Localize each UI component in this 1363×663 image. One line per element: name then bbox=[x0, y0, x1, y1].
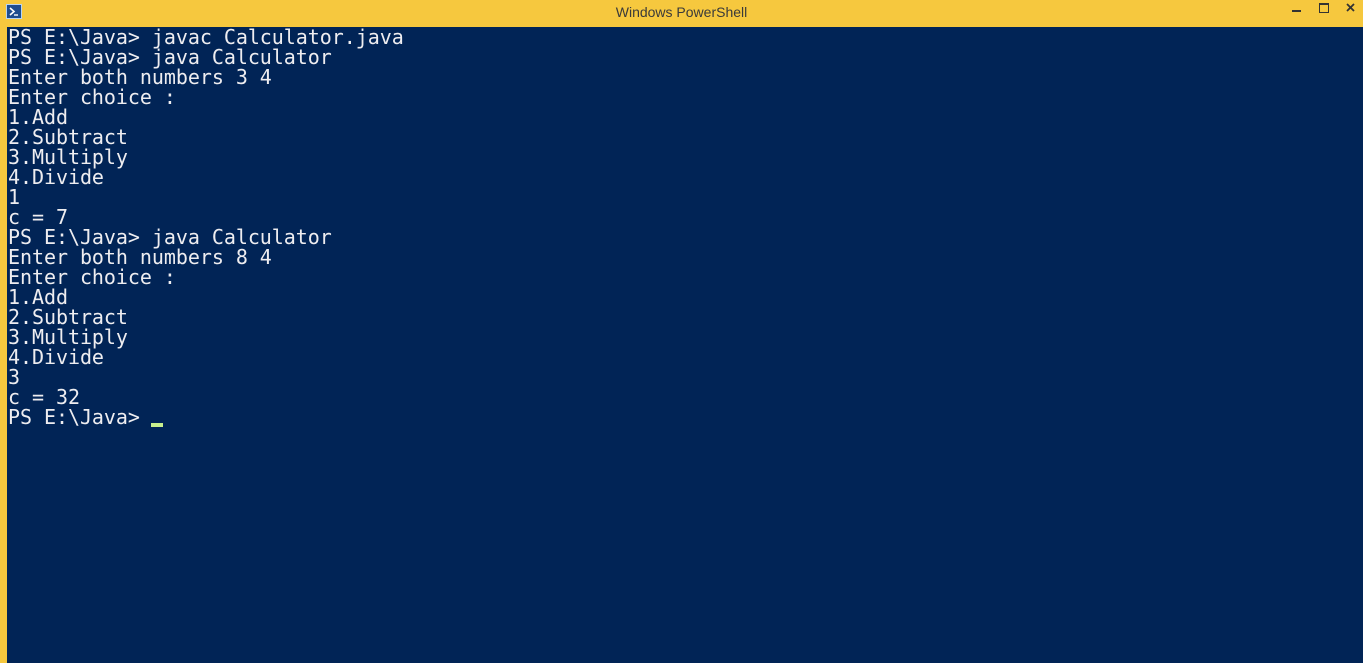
text-cursor bbox=[151, 423, 163, 427]
powershell-window: Windows PowerShell PS E:\Java> javac Cal… bbox=[0, 0, 1363, 663]
console-line: PS E:\Java> java Calculator bbox=[8, 45, 332, 69]
console-line: 2.Subtract bbox=[8, 125, 128, 149]
console-line: 1.Add bbox=[8, 105, 68, 129]
close-icon bbox=[1346, 3, 1355, 12]
console-line: 2.Subtract bbox=[8, 305, 128, 329]
maximize-button[interactable] bbox=[1311, 0, 1337, 20]
window-title: Windows PowerShell bbox=[615, 4, 748, 20]
console-line: 3.Multiply bbox=[8, 325, 128, 349]
console-line: PS E:\Java> javac Calculator.java bbox=[8, 27, 404, 49]
maximize-icon bbox=[1319, 3, 1329, 13]
console-line: 4.Divide bbox=[8, 165, 104, 189]
console-line: 3 bbox=[8, 365, 20, 389]
minimize-icon bbox=[1292, 10, 1301, 12]
console-line: Enter both numbers 3 4 bbox=[8, 65, 272, 89]
console-line: 4.Divide bbox=[8, 345, 104, 369]
console-line: c = 7 bbox=[8, 205, 68, 229]
console-line: c = 32 bbox=[8, 385, 80, 409]
console-output[interactable]: PS E:\Java> javac Calculator.java PS E:\… bbox=[7, 27, 1363, 663]
console-line: Enter choice : bbox=[8, 85, 176, 109]
console-prompt-line: PS E:\Java> bbox=[8, 405, 152, 429]
console-line: PS E:\Java> java Calculator bbox=[8, 225, 332, 249]
console-line: Enter choice : bbox=[8, 265, 176, 289]
console-line: 1.Add bbox=[8, 285, 68, 309]
console-line: 3.Multiply bbox=[8, 145, 128, 169]
console-line: Enter both numbers 8 4 bbox=[8, 245, 272, 269]
title-bar[interactable]: Windows PowerShell bbox=[0, 0, 1363, 27]
close-button[interactable] bbox=[1339, 0, 1363, 20]
minimize-button[interactable] bbox=[1283, 0, 1309, 20]
console-line: 1 bbox=[8, 185, 20, 209]
